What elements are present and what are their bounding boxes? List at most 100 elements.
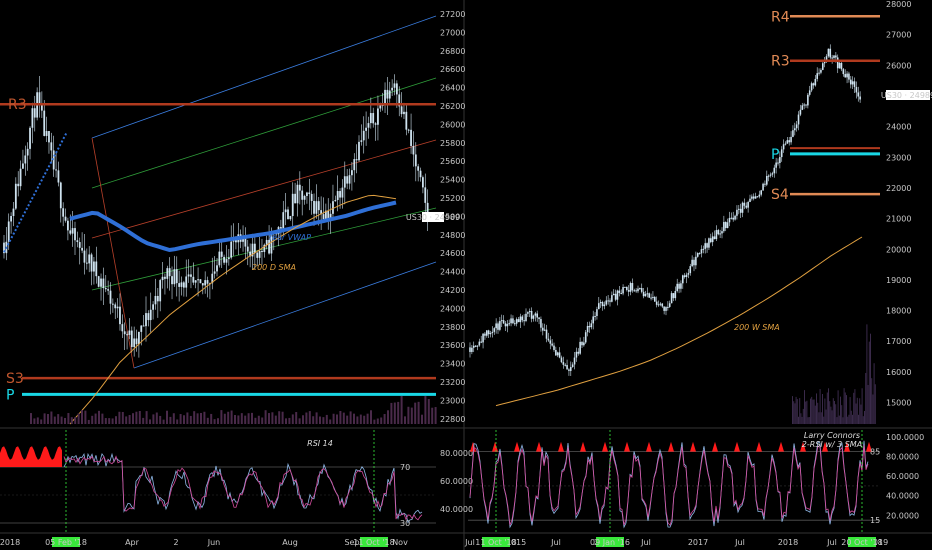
volume-bar (819, 389, 821, 424)
volume-bar (74, 417, 77, 424)
candle-body (97, 276, 100, 287)
candle-body (708, 238, 710, 248)
candle-body (83, 250, 86, 263)
volume-bar (836, 417, 838, 424)
rsi2-overbought-spike (734, 441, 740, 452)
volume-bar (60, 416, 63, 424)
volume-bar (825, 409, 827, 424)
candle-body (308, 192, 311, 194)
volume-bar (816, 393, 817, 424)
candle-body (640, 288, 643, 292)
candle-body (7, 221, 10, 242)
chart-root: R3 S3 P Year VWAP 200 D SMA 27200 27000 26800 26… (0, 0, 932, 550)
candle-body (48, 131, 50, 143)
candle-body (752, 196, 755, 199)
candle-body (676, 283, 678, 291)
volume-bar (400, 395, 403, 424)
volume-bar (865, 372, 867, 424)
candle-body (17, 183, 20, 187)
candle-body (767, 175, 770, 177)
x-tick-label-right: Jul (550, 538, 561, 547)
candle-body (372, 113, 375, 124)
candle-body (579, 341, 581, 354)
candle-body (547, 338, 550, 341)
channel-mid-line (91, 139, 437, 239)
candle-body (334, 200, 337, 202)
rsi2-y-tick: 100.0000 (886, 433, 924, 442)
y-tick-label: 23000 (440, 396, 465, 405)
candle-body (489, 333, 492, 335)
candle-body (801, 105, 804, 110)
y-tick-label-right: 20000 (886, 245, 911, 254)
candle-body (700, 249, 703, 254)
volume-bar (315, 412, 318, 424)
candle-body (374, 123, 377, 125)
candle-body (187, 274, 190, 277)
candle-body (723, 221, 725, 232)
volume-bar (298, 418, 301, 424)
volume-bar (30, 413, 32, 424)
volume-bar (826, 392, 828, 424)
volume-bar (145, 411, 148, 424)
candle-body (599, 302, 602, 304)
candle-body (612, 293, 615, 296)
volume-bar (859, 398, 861, 424)
candle-body (711, 236, 714, 243)
candle-body (715, 230, 718, 240)
candle-body (93, 261, 95, 272)
candle-body (626, 286, 628, 290)
volume-bar (271, 412, 274, 424)
candle-body (803, 104, 805, 106)
candle-body (348, 175, 351, 184)
candle-body (592, 316, 594, 324)
volume-bar (837, 390, 839, 424)
candle-body (766, 176, 768, 185)
volume-bar (240, 413, 243, 424)
candle-body (555, 349, 557, 356)
candle-body (59, 182, 62, 209)
volume-bar (872, 394, 874, 424)
candle-body (689, 266, 692, 274)
volume-bar (427, 399, 430, 424)
volume-bar (203, 411, 206, 424)
x-tick-label: 2018 (0, 538, 20, 547)
volume-bar (312, 416, 315, 424)
volume-bar (417, 401, 420, 424)
candle-body (185, 276, 188, 288)
y-tick-label: 27000 (440, 28, 465, 37)
volume-bar (50, 411, 53, 424)
channel-start-line (91, 137, 135, 369)
candle-body (287, 209, 289, 220)
volume-bar (818, 412, 820, 424)
candle-body (168, 268, 171, 277)
candle-body (353, 159, 356, 171)
volume-bar (128, 414, 131, 424)
candle-body (717, 230, 720, 235)
y-tick-label-right: 16000 (886, 368, 911, 377)
candle-body (734, 215, 736, 220)
candle-body (123, 331, 126, 335)
candle-body (530, 310, 533, 319)
candle-body (261, 250, 263, 253)
candle-body (581, 341, 583, 346)
volume-bar (346, 415, 349, 424)
candle-body (130, 330, 133, 347)
volume-bar (806, 400, 808, 424)
volume-bar (213, 419, 216, 424)
rsi2-level-label-15: 15 (870, 516, 880, 525)
candle-body (739, 208, 742, 213)
candle-body (696, 253, 699, 257)
volume-bar (864, 410, 865, 424)
candle-body (367, 123, 370, 128)
candle-body (230, 241, 233, 258)
y-tick-label: 22800 (440, 415, 465, 424)
candle-body (377, 108, 379, 125)
rsi-y-tick: 80.0000 (440, 449, 473, 458)
candle-body (648, 293, 650, 298)
candle-body (687, 273, 690, 275)
candle-body (670, 293, 673, 304)
date-tag-label: 11 Oct '18 (353, 538, 394, 547)
volume-bar (421, 414, 423, 424)
candle-body (846, 73, 848, 78)
candle-body (810, 83, 813, 91)
